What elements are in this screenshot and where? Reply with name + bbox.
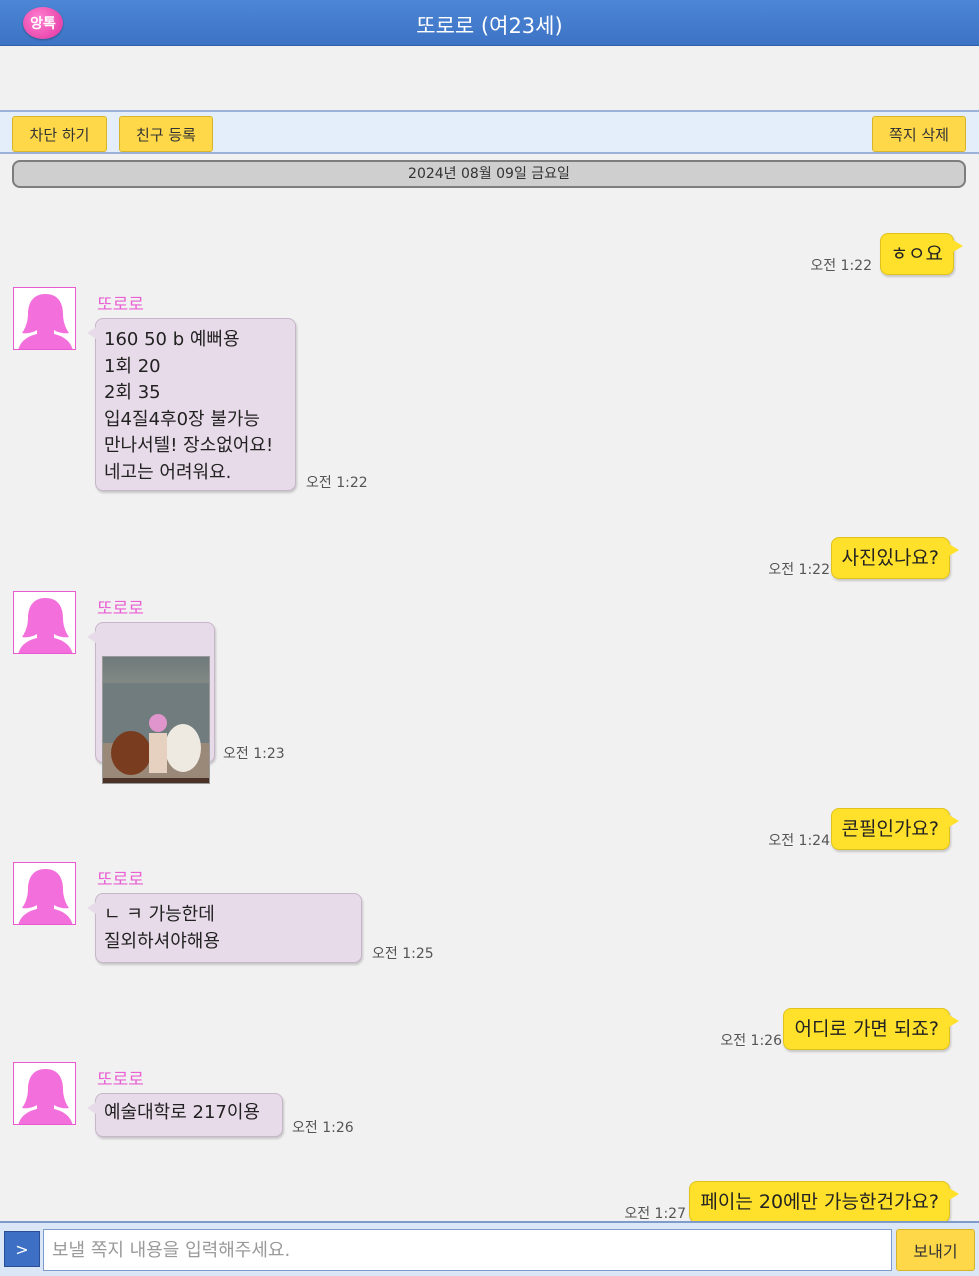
message-time: 오전 1:25 [372, 946, 434, 962]
avatar[interactable] [13, 287, 76, 350]
sender-name: 또로로 [97, 599, 144, 619]
message-time: 오전 1:24 [768, 833, 830, 849]
avatar[interactable] [13, 591, 76, 654]
app-header: 앙톡 또로로 (여23세) [0, 0, 979, 46]
outgoing-message: 콘필인가요? [830, 808, 959, 850]
incoming-photo-message [87, 622, 215, 784]
photo-content-icon [103, 683, 209, 783]
incoming-message: 예술대학로 217이용 [87, 1093, 283, 1137]
date-divider: 2024년 08월 09일 금요일 [12, 160, 966, 188]
message-time: 오전 1:27 [624, 1206, 686, 1222]
incoming-message: ㄴ ㅋ 가능한데 질외하셔야해용 [87, 893, 362, 963]
message-time: 오전 1:26 [720, 1033, 782, 1049]
outgoing-message: ㅎㅇ요 [879, 233, 964, 275]
female-profile-icon [18, 294, 73, 349]
sender-name: 또로로 [97, 1070, 144, 1090]
delete-message-button[interactable]: 쪽지 삭제 [872, 116, 966, 152]
outgoing-message: 어디로 가면 되죠? [783, 1008, 959, 1050]
avatar[interactable] [13, 1062, 76, 1125]
chat-toolbar: 차단 하기 친구 등록 쪽지 삭제 [0, 110, 979, 154]
expand-button[interactable]: > [4, 1231, 40, 1267]
send-button[interactable]: 보내기 [896, 1229, 975, 1271]
message-time: 오전 1:22 [768, 562, 830, 578]
message-time: 오전 1:22 [810, 258, 872, 274]
female-profile-icon [18, 1069, 73, 1124]
female-profile-icon [18, 598, 73, 653]
message-time: 오전 1:23 [223, 746, 285, 762]
message-composer: > 보내기 [0, 1221, 979, 1276]
message-time: 오전 1:26 [292, 1120, 354, 1136]
block-button[interactable]: 차단 하기 [12, 116, 107, 152]
sender-name: 또로로 [97, 295, 144, 315]
incoming-message: 160 50 b 예뻐용 1회 20 2회 35 입4질4후0장 불가능 만나서… [87, 318, 296, 491]
chat-title: 또로로 (여23세) [416, 14, 563, 38]
sender-name: 또로로 [97, 870, 144, 890]
shared-photo[interactable] [102, 655, 210, 784]
message-input[interactable] [43, 1229, 892, 1271]
message-time: 오전 1:22 [306, 475, 368, 491]
female-profile-icon [18, 869, 73, 924]
outgoing-message: 사진있나요? [830, 537, 959, 579]
outgoing-message: 페이는 20에만 가능한건가요? [689, 1181, 959, 1223]
add-friend-button[interactable]: 친구 등록 [119, 116, 213, 152]
avatar[interactable] [13, 862, 76, 925]
